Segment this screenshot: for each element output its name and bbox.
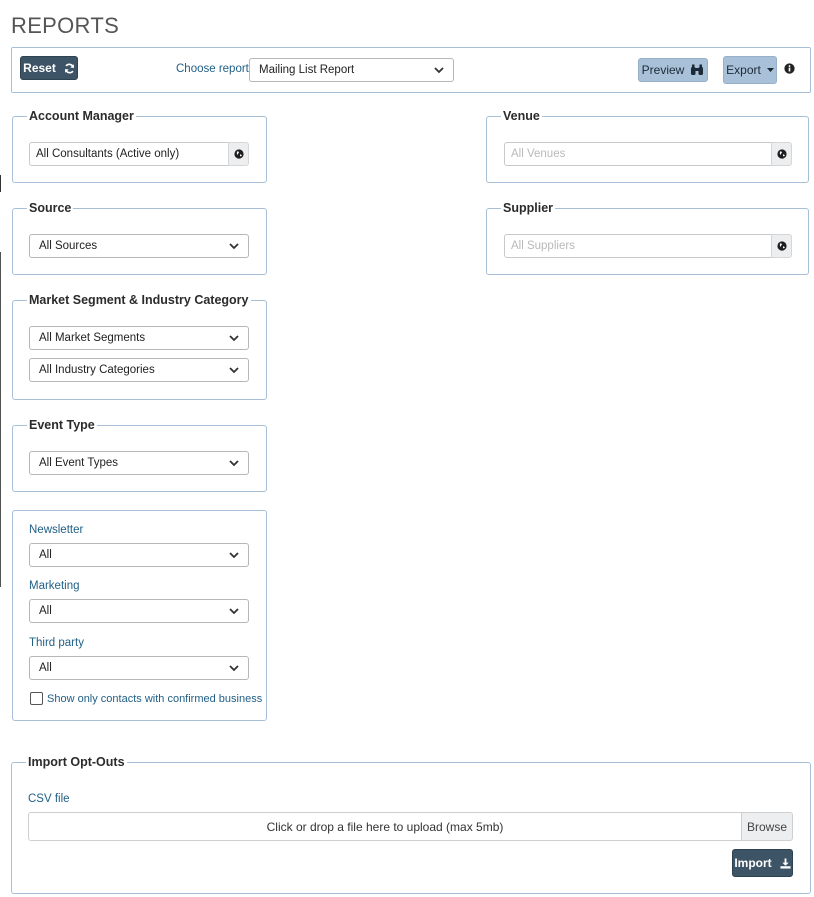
marketing-label: Marketing (29, 580, 80, 592)
chevron-down-icon (229, 367, 239, 374)
source-select[interactable]: All Sources (29, 234, 249, 258)
csv-file-label: CSV file (28, 793, 70, 805)
refresh-icon (64, 63, 74, 73)
chevron-down-icon (229, 552, 239, 559)
caret-down-icon (766, 67, 774, 72)
export-dropdown-button[interactable]: Export (723, 56, 777, 84)
venue-placeholder: All Venues (511, 148, 566, 160)
chevron-down-icon (229, 460, 239, 467)
binoculars-icon (691, 64, 704, 75)
market-segment-legend: Market Segment & Industry Category (29, 293, 249, 307)
newsletter-label: Newsletter (29, 524, 84, 536)
reset-button-label: Reset (23, 61, 56, 75)
account-manager-globe-button[interactable] (228, 142, 249, 166)
browse-button[interactable]: Browse (741, 812, 793, 841)
reset-button[interactable]: Reset (20, 56, 78, 80)
supplier-globe-button[interactable] (771, 234, 792, 258)
event-type-legend: Event Type (29, 418, 95, 432)
industry-category-select[interactable]: All Industry Categories (29, 358, 249, 382)
market-segment-select-value: All Market Segments (39, 332, 146, 344)
import-button-label: Import (734, 856, 772, 870)
preview-button[interactable]: Preview (638, 58, 708, 82)
newsletter-select[interactable]: All (29, 543, 249, 567)
page-title: REPORTS (11, 13, 120, 38)
browse-button-label: Browse (746, 819, 787, 834)
left-edge-marker (0, 175, 1, 192)
export-button-label: Export (726, 63, 761, 77)
chevron-down-icon (434, 67, 444, 74)
file-dropzone-text: Click or drop a file here to upload (max… (266, 819, 504, 834)
source-select-value: All Sources (39, 240, 98, 252)
third-party-select[interactable]: All (29, 656, 249, 680)
event-type-select-value: All Event Types (39, 457, 119, 469)
marketing-select-value: All (39, 605, 52, 617)
venue-legend: Venue (503, 109, 540, 123)
account-manager-value: All Consultants (Active only) (36, 148, 180, 160)
venue-input[interactable]: All Venues (504, 142, 772, 166)
download-icon (780, 857, 791, 869)
report-select[interactable]: Mailing List Report (249, 58, 454, 82)
marketing-select[interactable]: All (29, 599, 249, 623)
report-toolbar: Reset Choose report Mailing List Report … (11, 47, 811, 93)
report-select-value: Mailing List Report (259, 64, 355, 76)
confirmed-business-label[interactable]: Show only contacts with confirmed busine… (47, 693, 262, 705)
info-icon[interactable] (784, 63, 795, 74)
venue-globe-button[interactable] (771, 142, 792, 166)
globe-icon (233, 149, 244, 159)
file-dropzone[interactable]: Click or drop a file here to upload (max… (28, 812, 742, 841)
supplier-input[interactable]: All Suppliers (504, 234, 772, 258)
choose-report-label: Choose report (176, 63, 249, 75)
import-optouts-legend: Import Opt-Outs (28, 755, 125, 769)
globe-icon (776, 241, 787, 251)
account-manager-input[interactable]: All Consultants (Active only) (29, 142, 229, 166)
chevron-down-icon (229, 243, 239, 250)
confirmed-business-checkbox[interactable] (30, 692, 43, 705)
preview-button-label: Preview (641, 63, 685, 77)
chevron-down-icon (229, 665, 239, 672)
event-type-select[interactable]: All Event Types (29, 451, 249, 475)
import-button[interactable]: Import (732, 849, 793, 877)
globe-icon (776, 149, 787, 159)
source-legend: Source (29, 201, 72, 215)
supplier-placeholder: All Suppliers (511, 240, 575, 252)
left-edge-marker (0, 252, 1, 587)
chevron-down-icon (229, 335, 239, 342)
supplier-legend: Supplier (503, 201, 554, 215)
third-party-select-value: All (39, 662, 52, 674)
newsletter-select-value: All (39, 549, 52, 561)
market-segment-select[interactable]: All Market Segments (29, 326, 249, 350)
third-party-label: Third party (29, 637, 84, 649)
industry-category-select-value: All Industry Categories (39, 364, 155, 376)
account-manager-legend: Account Manager (29, 109, 134, 123)
chevron-down-icon (229, 608, 239, 615)
